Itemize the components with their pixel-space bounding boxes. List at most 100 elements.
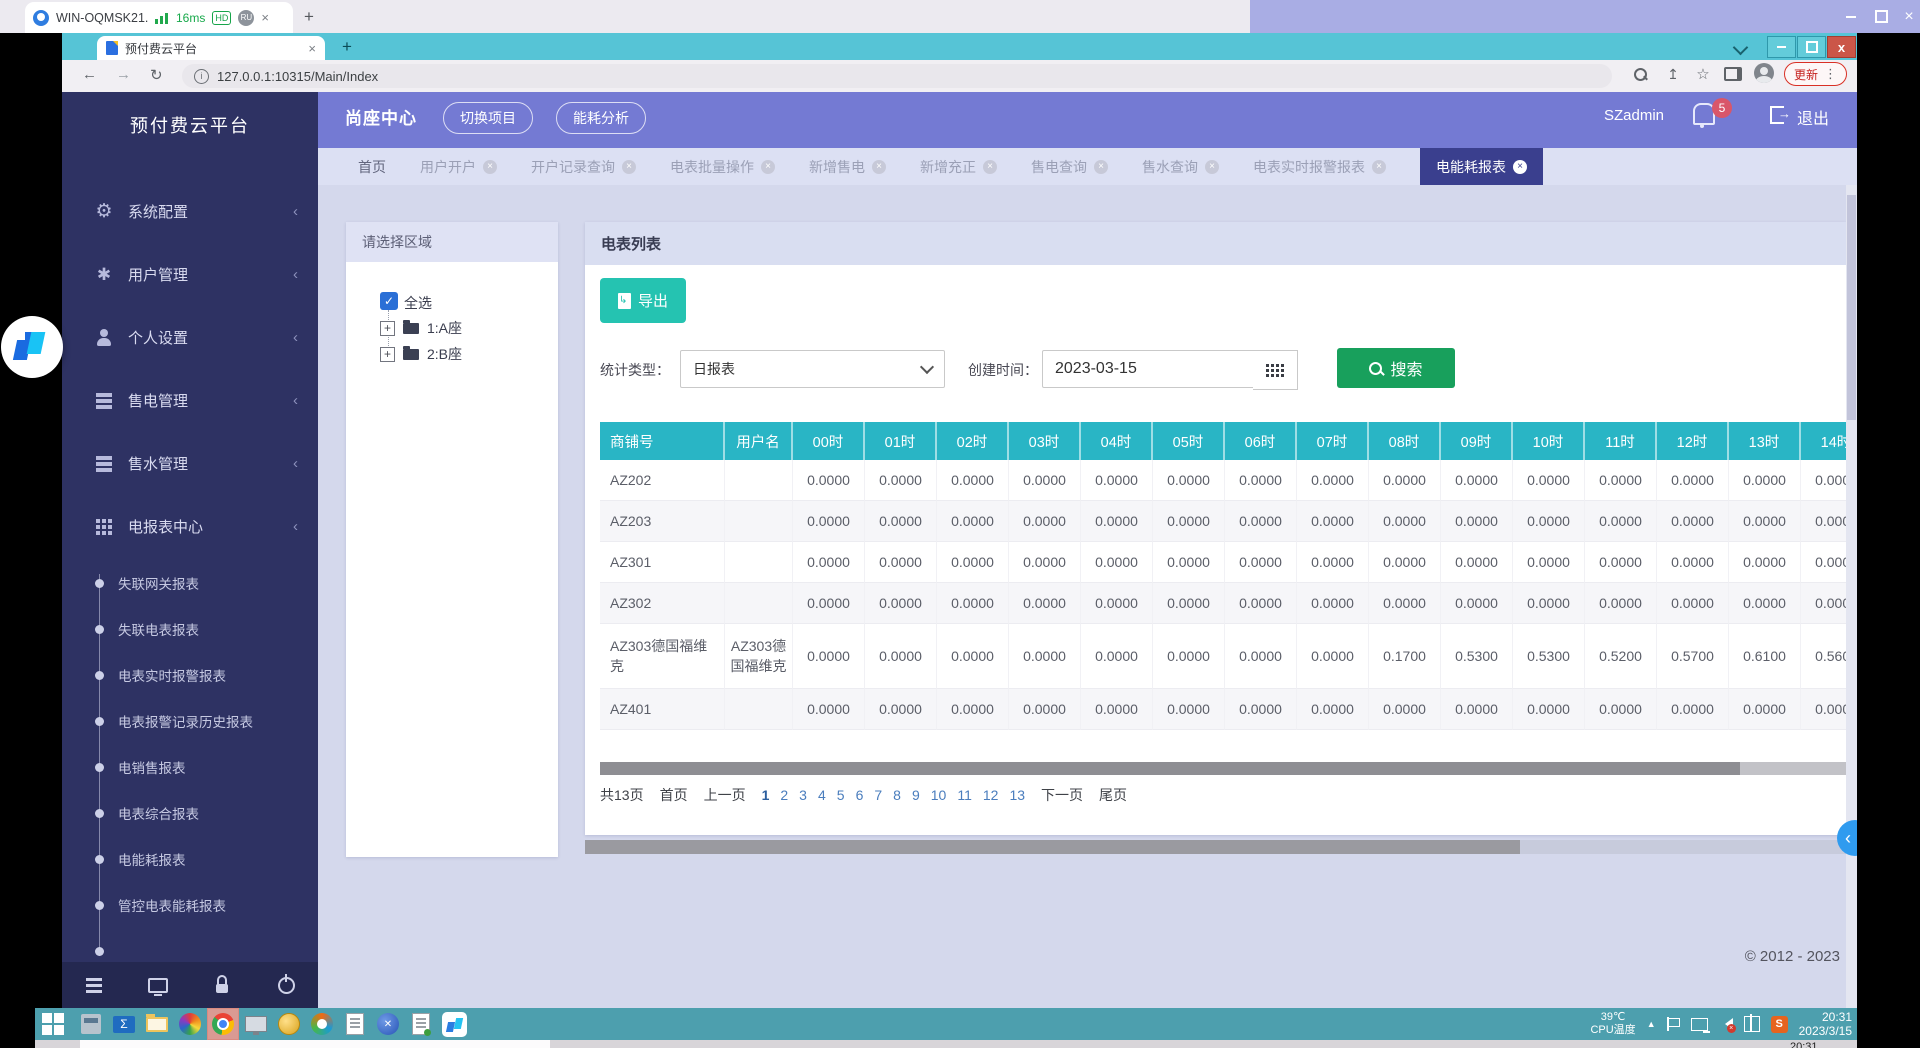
browser-close-button[interactable]	[1827, 36, 1856, 58]
calendar-button[interactable]	[1253, 350, 1298, 390]
server-manager-icon[interactable]	[76, 1009, 106, 1039]
admin-tools-icon[interactable]	[373, 1009, 403, 1039]
site-info-icon[interactable]	[194, 69, 209, 84]
browser-minimize-button[interactable]	[1767, 36, 1796, 58]
sogou-ime-icon[interactable]: S	[1771, 1016, 1788, 1033]
switch-project-button[interactable]: 切换项目	[443, 102, 533, 134]
browser-restore-button[interactable]	[1797, 36, 1826, 58]
tab-close-icon[interactable]	[872, 160, 886, 174]
text-editor-icon[interactable]	[406, 1009, 436, 1039]
cpu-temp-widget[interactable]: 39℃ CPU温度	[1590, 1011, 1635, 1037]
scrollbar-thumb[interactable]	[1847, 195, 1856, 420]
share-icon[interactable]	[1664, 65, 1682, 83]
tab-close-icon[interactable]	[983, 160, 997, 174]
address-bar[interactable]: 127.0.0.1:10315/Main/Index	[182, 64, 1612, 88]
sidebar-submenu-item[interactable]: 失联网关报表	[62, 560, 318, 606]
nav-tab-item[interactable]: 电表批量操作	[670, 157, 775, 177]
page-link[interactable]: 9	[912, 787, 920, 803]
tab-close-icon[interactable]	[761, 160, 775, 174]
power-icon[interactable]	[275, 974, 297, 996]
select-all-checkbox[interactable]	[380, 292, 398, 310]
todesk-floating-button[interactable]	[1, 316, 63, 378]
sidebar-submenu-item[interactable]: 电销售报表	[62, 744, 318, 790]
browser-tab[interactable]: 预付费云平台	[97, 36, 325, 60]
host-session-tab[interactable]: WIN-OQMSK21... 16ms HD RU	[25, 2, 293, 33]
host-close-button[interactable]	[1896, 8, 1920, 25]
nav-tab-item[interactable]: 新增售电	[809, 157, 886, 177]
nav-tab-item[interactable]: 售水查询	[1142, 157, 1219, 177]
page-link[interactable]: 4	[818, 787, 826, 803]
browser-update-button[interactable]: 更新	[1784, 62, 1847, 86]
browser-menu-icon[interactable]	[1824, 66, 1837, 82]
profile-avatar[interactable]	[1754, 63, 1774, 83]
notification-badge[interactable]: 5	[1712, 98, 1732, 118]
prev-page-link[interactable]: 上一页	[704, 785, 746, 805]
logout-button[interactable]: 退出	[1797, 105, 1829, 129]
page-link[interactable]: 7	[874, 787, 882, 803]
page-link[interactable]: 10	[931, 787, 947, 803]
search-button[interactable]: 搜索	[1337, 348, 1455, 388]
expand-plus-icon[interactable]	[380, 321, 395, 336]
app-swirl-icon[interactable]	[307, 1009, 337, 1039]
page-link[interactable]: 1	[762, 787, 770, 803]
tab-close-icon[interactable]	[1094, 160, 1108, 174]
browser-tab-close-icon[interactable]	[308, 42, 316, 55]
sidebar-item[interactable]: 售水管理	[62, 432, 318, 495]
todesk-icon[interactable]	[439, 1009, 469, 1039]
side-panel-icon[interactable]	[1724, 65, 1742, 83]
forward-button[interactable]	[116, 66, 131, 83]
network-icon[interactable]	[1691, 1018, 1708, 1031]
scrollbar-thumb[interactable]	[585, 840, 1520, 854]
monitor-icon[interactable]	[147, 974, 169, 996]
back-button[interactable]	[82, 66, 97, 83]
sidebar-submenu-item[interactable]: 管控电表能耗报表	[62, 882, 318, 928]
taskbar-clock[interactable]: 20:31 2023/3/15	[1799, 1010, 1852, 1038]
lock-icon[interactable]	[211, 974, 233, 996]
input-method-icon[interactable]	[1744, 1016, 1760, 1032]
page-link[interactable]: 13	[1009, 787, 1025, 803]
last-page-link[interactable]: 尾页	[1099, 785, 1127, 805]
sidebar-submenu-item[interactable]: 电表实时报警报表	[62, 652, 318, 698]
tray-expand-icon[interactable]	[1647, 1019, 1656, 1029]
nav-tab-item[interactable]: 用户开户	[420, 157, 497, 177]
nav-tab-item[interactable]: 电表实时报警报表	[1253, 157, 1386, 177]
page-link[interactable]: 2	[780, 787, 788, 803]
tree-node-b[interactable]: 2:B座	[380, 344, 462, 364]
notepad-icon[interactable]	[340, 1009, 370, 1039]
page-link[interactable]: 11	[957, 787, 972, 803]
tree-node-label[interactable]: 1:A座	[427, 318, 462, 338]
tab-close-icon[interactable]	[1513, 160, 1527, 174]
page-link[interactable]: 3	[799, 787, 807, 803]
media-swirl-icon[interactable]	[175, 1009, 205, 1039]
nav-tab-item[interactable]: 开户记录查询	[531, 157, 636, 177]
page-link[interactable]: 8	[893, 787, 901, 803]
select-all-label[interactable]: 全选	[404, 293, 432, 313]
host-maximize-button[interactable]	[1868, 8, 1894, 25]
host-minimize-button[interactable]	[1838, 8, 1864, 25]
create-time-input[interactable]	[1042, 350, 1254, 388]
page-vertical-scrollbar[interactable]	[1846, 185, 1857, 1008]
nav-tab-item[interactable]: 售电查询	[1031, 157, 1108, 177]
sidebar-submenu-item[interactable]: 电表报警记录历史报表	[62, 698, 318, 744]
stat-type-select[interactable]: 日报表	[680, 350, 945, 388]
page-link[interactable]: 6	[856, 787, 864, 803]
file-explorer-icon[interactable]	[142, 1009, 172, 1039]
tab-close-icon[interactable]	[622, 160, 636, 174]
sidebar-item[interactable]: 系统配置	[62, 180, 318, 243]
tree-node-a[interactable]: 1:A座	[380, 318, 462, 338]
expand-plus-icon[interactable]	[380, 347, 395, 362]
zoom-icon[interactable]	[1632, 65, 1650, 83]
table-horizontal-scrollbar[interactable]	[600, 762, 1846, 775]
scrollbar-thumb[interactable]	[600, 762, 1740, 775]
tree-node-label[interactable]: 2:B座	[427, 344, 462, 364]
browser-new-tab-button[interactable]	[342, 37, 352, 57]
action-center-flag-icon[interactable]	[1667, 1017, 1680, 1031]
page-link[interactable]: 5	[837, 787, 845, 803]
reload-button[interactable]	[150, 66, 163, 84]
powershell-icon[interactable]	[109, 1009, 139, 1039]
sidebar-item[interactable]: 个人设置	[62, 306, 318, 369]
sidebar-submenu-item[interactable]: 电表综合报表	[62, 790, 318, 836]
tab-close-icon[interactable]	[1205, 160, 1219, 174]
page-link[interactable]: 12	[983, 787, 999, 803]
sidebar-item[interactable]: 电报表中心	[62, 495, 318, 558]
